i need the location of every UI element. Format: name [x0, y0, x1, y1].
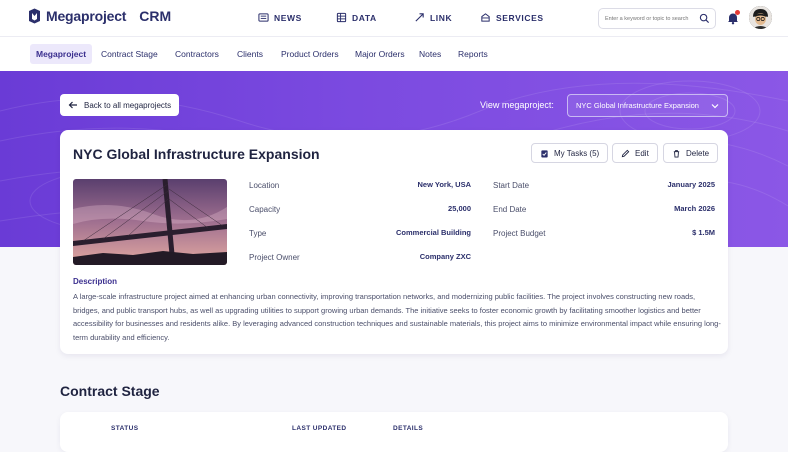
- field-end-date-value: March 2026: [674, 204, 715, 213]
- megaproject-select[interactable]: NYC Global Infrastructure Expansion: [567, 94, 728, 117]
- tab-contract-stage[interactable]: Contract Stage: [95, 44, 164, 64]
- bridge-photo-image: [73, 179, 227, 265]
- notification-badge: [735, 10, 740, 15]
- tab-contractors[interactable]: Contractors: [169, 44, 225, 64]
- nav-news-label: NEWS: [274, 12, 302, 23]
- arrow-left-icon: [68, 101, 77, 109]
- field-capacity-value: 25,000: [448, 204, 471, 213]
- field-end-date-label: End Date: [493, 205, 527, 214]
- nav-data[interactable]: DATA: [336, 12, 414, 23]
- data-icon: [336, 12, 347, 23]
- avatar-image-icon: [749, 6, 772, 29]
- field-location-value: New York, USA: [417, 180, 472, 189]
- logo-icon: [29, 8, 40, 24]
- field-budget-value: $ 1.5M: [692, 228, 715, 237]
- nav-link[interactable]: LINK: [414, 12, 480, 23]
- nav-services[interactable]: SERVICES: [480, 12, 570, 23]
- field-type-value: Commercial Building: [395, 228, 471, 237]
- search-icon[interactable]: [699, 13, 710, 24]
- field-start-date-value: January 2025: [667, 180, 715, 189]
- search-input[interactable]: [605, 13, 699, 25]
- field-capacity-label: Capacity: [249, 205, 281, 214]
- tab-reports[interactable]: Reports: [452, 44, 494, 64]
- megaproject-select-value: NYC Global Infrastructure Expansion: [576, 101, 699, 110]
- user-avatar[interactable]: [749, 6, 772, 29]
- contract-stage-heading: Contract Stage: [60, 383, 160, 399]
- tab-notes[interactable]: Notes: [413, 44, 447, 64]
- my-tasks-label: My Tasks (5): [554, 148, 600, 158]
- back-to-megaprojects-button[interactable]: Back to all megaprojects: [60, 94, 180, 116]
- contract-stage-table: STATUS LAST UPDATED DETAILS: [60, 412, 728, 452]
- my-tasks-button[interactable]: My Tasks (5): [531, 143, 609, 163]
- field-type-label: Type: [249, 229, 267, 238]
- search-box[interactable]: [598, 8, 716, 29]
- delete-label: Delete: [686, 148, 710, 158]
- top-bar: Megaproject CRM NEWS DATA LINK SERVICES: [0, 0, 788, 37]
- brand-crm: CRM: [139, 8, 172, 24]
- services-icon: [481, 13, 490, 22]
- edit-button[interactable]: Edit: [612, 143, 658, 163]
- field-start-date-label: Start Date: [493, 181, 530, 190]
- view-megaproject-label: View megaproject:: [480, 100, 554, 110]
- tab-clients[interactable]: Clients: [231, 44, 269, 64]
- nav-link-label: LINK: [430, 12, 453, 23]
- nav-services-label: SERVICES: [496, 12, 544, 23]
- brand-name: Megaproject: [46, 8, 127, 24]
- description-heading: Description: [73, 277, 118, 286]
- link-icon: [415, 13, 424, 22]
- field-location-label: Location: [249, 181, 280, 190]
- pencil-icon: [621, 149, 630, 157]
- column-header-status[interactable]: STATUS: [111, 425, 138, 432]
- tab-megaproject[interactable]: Megaproject: [30, 44, 93, 64]
- main-nav: NEWS DATA LINK SERVICES: [258, 12, 570, 23]
- column-header-last-updated[interactable]: LAST UPDATED: [292, 425, 347, 432]
- field-budget-label: Project Budget: [493, 229, 546, 238]
- back-button-label: Back to all megaprojects: [84, 100, 172, 110]
- delete-button[interactable]: Delete: [663, 143, 719, 163]
- tab-product-orders[interactable]: Product Orders: [275, 44, 345, 64]
- project-title: NYC Global Infrastructure Expansion: [73, 146, 320, 162]
- tab-major-orders[interactable]: Major Orders: [349, 44, 411, 64]
- sub-nav: Megaproject Contract Stage Contractors C…: [0, 37, 788, 71]
- nav-news[interactable]: NEWS: [258, 12, 336, 23]
- description-text: A large-scale infrastructure project aim…: [73, 292, 721, 342]
- trash-icon: [673, 149, 680, 158]
- field-owner-label: Project Owner: [249, 253, 300, 262]
- edit-label: Edit: [635, 148, 649, 158]
- newspaper-icon: [258, 13, 269, 22]
- project-photo: [73, 179, 227, 265]
- field-owner-value: Company ZXC: [419, 252, 471, 261]
- clipboard-icon: [541, 149, 548, 158]
- column-header-details[interactable]: DETAILS: [393, 425, 423, 432]
- chevron-down-icon: [711, 104, 719, 109]
- project-card: NYC Global Infrastructure Expansion My T…: [60, 130, 728, 354]
- brand-logo[interactable]: Megaproject CRM: [28, 8, 171, 24]
- nav-data-label: DATA: [352, 12, 377, 23]
